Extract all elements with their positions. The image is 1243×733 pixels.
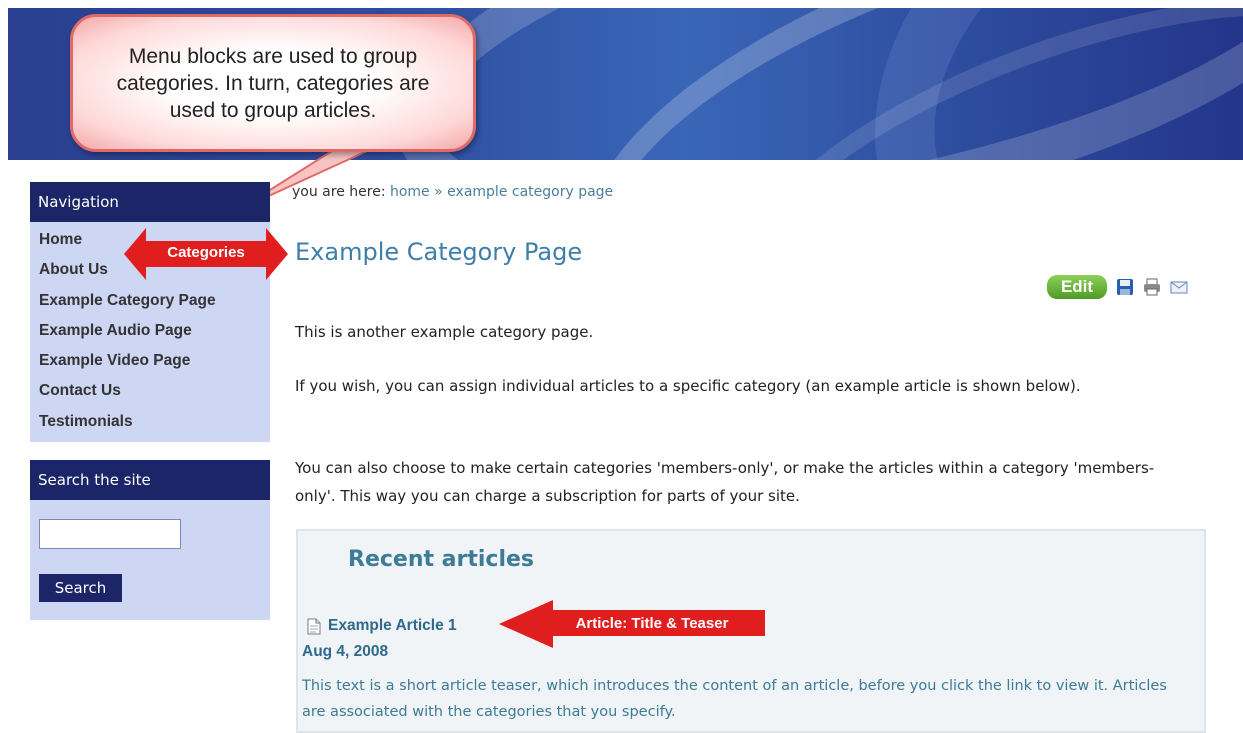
article-title[interactable]: Example Article 1 [328,617,457,635]
breadcrumb-home-link[interactable]: home [390,184,430,200]
breadcrumb-current-link[interactable]: example category page [447,184,613,200]
navigation-block: Navigation Home About Us Example Categor… [30,182,270,442]
nav-item-testimonials[interactable]: Testimonials [30,407,270,437]
search-title: Search the site [30,460,270,500]
categories-annotation-label: Categories [167,244,245,261]
nav-item-example-category-page[interactable]: Example Category Page [30,286,270,316]
search-input[interactable] [39,519,181,549]
print-icon[interactable] [1143,278,1161,296]
breadcrumb-separator: » [434,184,443,200]
edit-button[interactable]: Edit [1047,275,1107,299]
page-title: Example Category Page [295,238,583,266]
nav-item-example-video-page[interactable]: Example Video Page [30,346,270,376]
members-paragraph: You can also choose to make certain cate… [295,459,1155,505]
intro-paragraph: This is another example category page. [295,323,594,341]
article-tools: Edit [1047,274,1188,300]
assign-paragraph: If you wish, you can assign individual a… [295,377,1081,395]
breadcrumb-prefix: you are here: [292,184,386,200]
article-date: Aug 4, 2008 [302,643,389,660]
navigation-title: Navigation [30,182,270,222]
recent-articles-title: Recent articles [348,547,535,572]
nav-item-contact-us[interactable]: Contact Us [30,376,270,406]
article-annotation-label: Article: Title & Teaser [575,614,729,632]
callout-bubble: Menu blocks are used to group categories… [70,14,476,152]
email-icon[interactable] [1170,278,1188,296]
callout-text: Menu blocks are used to group categories… [116,44,430,122]
search-button[interactable]: Search [39,574,122,602]
search-block: Search the site Search [30,460,270,620]
save-icon[interactable] [1116,278,1134,296]
article-teaser: This text is a short article teaser, whi… [302,678,1167,720]
nav-item-example-audio-page[interactable]: Example Audio Page [30,316,270,346]
document-icon [307,618,321,634]
breadcrumb: you are here: home » example category pa… [292,184,613,200]
article-title-link[interactable]: Example Article 1 [306,617,457,635]
